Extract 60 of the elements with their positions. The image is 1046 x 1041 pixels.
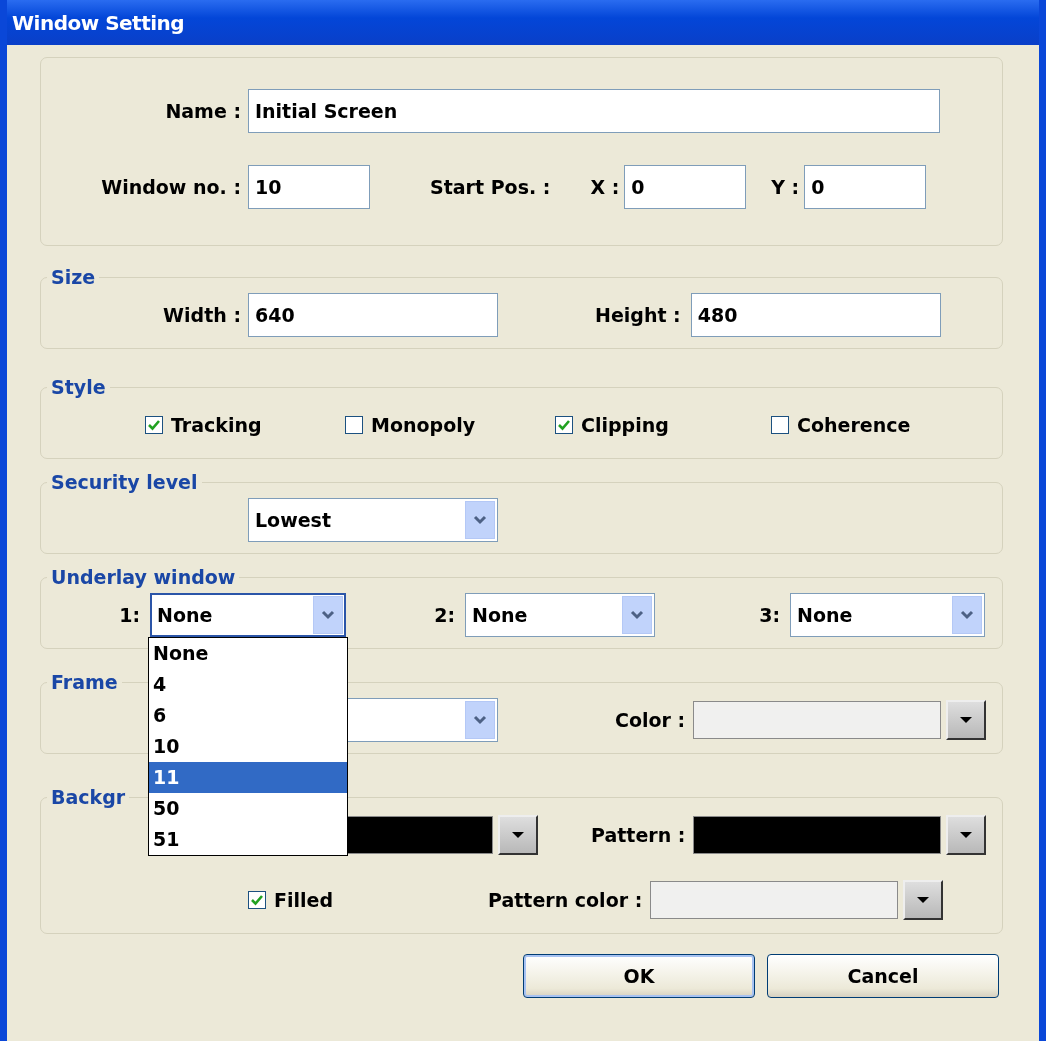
caret-down-icon [959, 831, 974, 839]
group-legend: Style [47, 376, 110, 398]
caret-down-icon [916, 896, 931, 904]
checkbox-label[interactable]: Monopoly [371, 414, 476, 436]
group-legend: Underlay window [47, 566, 240, 588]
dropdown-option[interactable]: 6 [149, 700, 347, 731]
pattern-swatch[interactable] [693, 816, 942, 854]
checkbox-label[interactable]: Coherence [797, 414, 911, 436]
field-label: Width : [162, 304, 242, 326]
field-label: Pattern : [591, 824, 686, 846]
checkbox-label[interactable]: Clipping [581, 414, 669, 436]
dropdown-option[interactable]: 11 [149, 762, 347, 793]
x-field[interactable]: 0 [624, 165, 747, 209]
color-swatch[interactable] [693, 701, 942, 739]
dropdown-option[interactable]: 10 [149, 731, 347, 762]
group-legend: Security level [47, 471, 202, 493]
field-label: Pattern color : [488, 889, 643, 911]
group-legend: Size [47, 266, 100, 288]
caret-down-icon [511, 831, 525, 839]
group-legend: Backgr [47, 786, 130, 808]
underlay-dropdown[interactable]: None [150, 593, 346, 637]
checkbox[interactable] [145, 416, 163, 434]
group-legend: Frame [47, 671, 122, 693]
caret-down-icon [959, 716, 974, 724]
window-number-field[interactable]: 10 [248, 165, 370, 209]
underlay-dropdown[interactable]: None [790, 593, 985, 637]
dropdown-button[interactable] [903, 880, 944, 920]
dropdown-option[interactable]: 51 [149, 824, 347, 855]
window-title: Window Setting [12, 10, 185, 35]
y-field[interactable]: 0 [804, 165, 927, 209]
security-dropdown[interactable]: Lowest [248, 498, 498, 542]
field-label: Color : [615, 709, 686, 731]
field-label: Height : [595, 304, 681, 326]
name-field[interactable]: Initial Screen [248, 89, 940, 133]
color-swatch[interactable] [650, 881, 899, 919]
field-label: Y : [771, 176, 800, 198]
field-label: 1: [118, 604, 141, 626]
field-label: X : [590, 176, 620, 198]
checkbox[interactable] [555, 416, 573, 434]
height-field[interactable]: 480 [690, 293, 941, 337]
dropdown-button[interactable] [498, 815, 538, 855]
dropdown-option[interactable]: 50 [149, 793, 347, 824]
dropdown-option[interactable]: 4 [149, 669, 347, 700]
dropdown-button[interactable] [946, 815, 987, 855]
field-label: Start Pos. : [430, 176, 551, 198]
field-label: 3: [758, 604, 781, 626]
width-field[interactable]: 640 [248, 293, 498, 337]
dropdown-option[interactable]: None [149, 638, 347, 669]
checkbox-label[interactable]: Tracking [171, 414, 262, 436]
checkbox-label[interactable]: Filled [274, 889, 333, 911]
field-label: 2: [433, 604, 456, 626]
dialog-button[interactable]: OK [523, 954, 755, 998]
checkbox[interactable] [345, 416, 363, 434]
checkbox[interactable] [771, 416, 789, 434]
underlay-dropdown[interactable]: None [465, 593, 655, 637]
dialog-button[interactable]: Cancel [767, 954, 999, 998]
dropdown-button[interactable] [946, 700, 987, 740]
field-label: Window no. : [100, 176, 242, 198]
checkbox[interactable] [248, 891, 266, 909]
field-label: Name : [164, 100, 242, 122]
